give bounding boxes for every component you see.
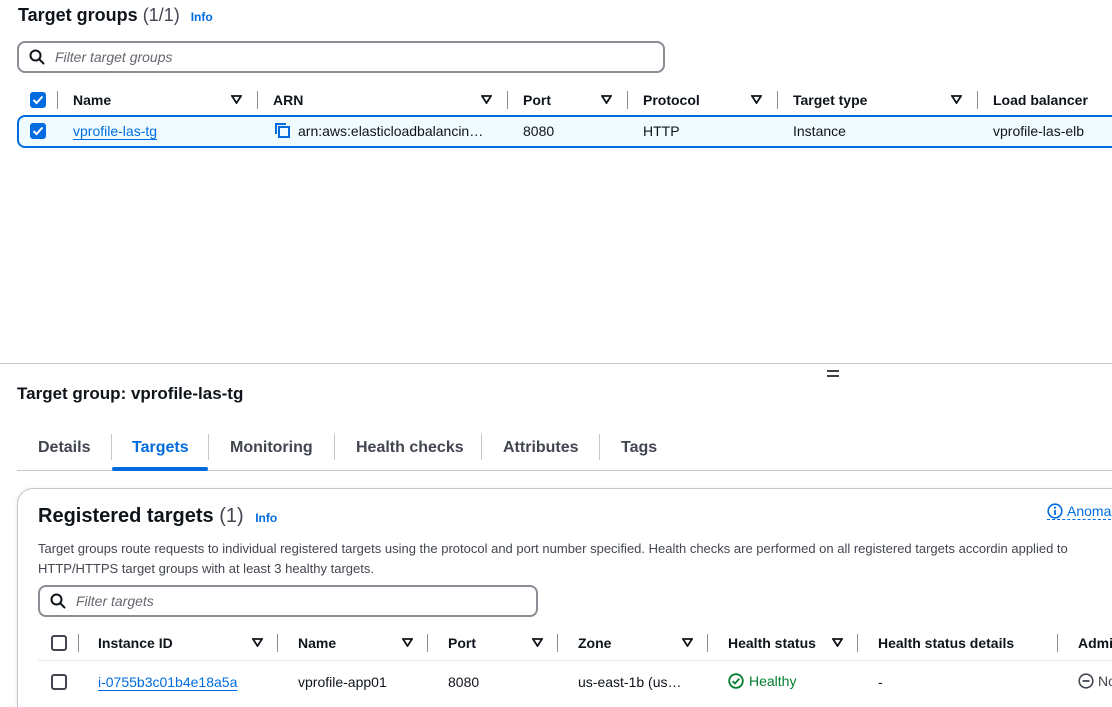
filter-target-groups-placeholder: Filter target groups	[55, 49, 173, 65]
tab-divider	[481, 434, 482, 460]
column-header-load-balancer[interactable]: Load balancer	[993, 92, 1088, 108]
target-groups-count: (1/1)	[142, 5, 180, 25]
column-divider[interactable]	[777, 91, 778, 109]
sort-down-icon[interactable]	[682, 638, 693, 647]
column-divider	[78, 634, 79, 652]
sort-down-icon[interactable]	[951, 95, 962, 104]
tab-divider	[111, 434, 112, 460]
copy-icon[interactable]	[274, 122, 291, 139]
split-panel-divider	[0, 363, 1112, 364]
tab-attributes[interactable]: Attributes	[503, 439, 579, 457]
column-divider[interactable]	[277, 634, 278, 652]
tab-health-checks[interactable]: Health checks	[356, 439, 464, 457]
column-header-target-name[interactable]: Name	[298, 635, 336, 651]
target-groups-info-link[interactable]: Info	[191, 10, 213, 24]
target-group-arn: arn:aws:elasticloadbalancin…	[298, 123, 484, 139]
health-status-text: Healthy	[749, 673, 797, 689]
health-status-details: -	[878, 674, 883, 690]
column-header-target-port[interactable]: Port	[448, 635, 476, 651]
target-groups-title-text: Target groups	[18, 5, 138, 25]
column-header-health-status[interactable]: Health status	[728, 635, 816, 651]
table-row-selected[interactable]	[17, 115, 1112, 148]
check-circle-icon	[728, 673, 744, 689]
column-header-zone[interactable]: Zone	[578, 635, 611, 651]
sort-down-icon[interactable]	[832, 638, 843, 647]
sort-down-icon[interactable]	[252, 638, 263, 647]
sort-down-icon[interactable]	[532, 638, 543, 647]
search-icon	[50, 593, 66, 609]
tab-divider	[208, 434, 209, 460]
minus-circle-icon	[1078, 673, 1094, 689]
anomaly-link[interactable]: Anoma	[1047, 503, 1112, 520]
sort-down-icon[interactable]	[601, 95, 612, 104]
checkmark-icon	[32, 126, 44, 136]
row-checkbox[interactable]	[30, 123, 46, 139]
column-header-arn[interactable]: ARN	[273, 92, 303, 108]
select-all-targets-checkbox[interactable]	[51, 635, 67, 651]
column-divider[interactable]	[857, 634, 858, 652]
filter-targets-input[interactable]: Filter targets	[38, 585, 538, 617]
detail-title: Target group: vprofile-las-tg	[17, 384, 244, 403]
target-zone: us-east-1b (us…	[578, 674, 682, 690]
info-circle-icon	[1047, 503, 1063, 519]
registered-targets-info-link[interactable]: Info	[255, 511, 277, 525]
target-groups-title: Target groups (1/1) Info	[18, 5, 213, 26]
column-divider	[57, 91, 58, 109]
tab-monitoring[interactable]: Monitoring	[230, 439, 313, 457]
admin-status: No	[1078, 673, 1112, 689]
registered-targets-count: (1)	[219, 505, 244, 527]
registered-targets-title: Registered targets (1) Info	[38, 505, 277, 528]
target-group-load-balancer: vprofile-las-elb	[993, 123, 1085, 139]
target-row-checkbox[interactable]	[51, 674, 67, 690]
active-tab-indicator	[112, 467, 208, 471]
column-header-name[interactable]: Name	[73, 92, 111, 108]
select-all-checkbox[interactable]	[30, 92, 46, 108]
filter-targets-placeholder: Filter targets	[76, 593, 154, 609]
column-divider[interactable]	[627, 91, 628, 109]
target-port: 8080	[448, 674, 480, 690]
health-status-badge: Healthy	[728, 673, 796, 689]
registered-targets-description: Target groups route requests to individu…	[38, 541, 1068, 576]
admin-status-text: No	[1098, 673, 1112, 689]
search-icon	[29, 49, 45, 65]
tab-tags[interactable]: Tags	[621, 439, 657, 457]
checkmark-icon	[32, 95, 44, 105]
target-instance-name: vprofile-app01	[298, 674, 387, 690]
sort-down-icon[interactable]	[402, 638, 413, 647]
column-divider[interactable]	[427, 634, 428, 652]
drag-handle-icon[interactable]	[826, 369, 840, 378]
target-group-port: 8080	[523, 123, 555, 139]
target-group-protocol: HTTP	[643, 123, 680, 139]
tab-details[interactable]: Details	[38, 439, 90, 457]
column-divider[interactable]	[557, 634, 558, 652]
registered-targets-title-text: Registered targets	[38, 505, 214, 527]
tab-divider	[334, 434, 335, 460]
sort-down-icon[interactable]	[481, 95, 492, 104]
column-header-admin[interactable]: Admi	[1078, 635, 1112, 651]
column-header-instance-id[interactable]: Instance ID	[98, 635, 173, 651]
column-divider[interactable]	[977, 91, 978, 109]
table-header-divider	[38, 660, 1112, 661]
target-group-target-type: Instance	[793, 123, 846, 139]
target-group-name-link[interactable]: vprofile-las-tg	[73, 123, 157, 139]
column-header-protocol[interactable]: Protocol	[643, 92, 700, 108]
filter-target-groups-input[interactable]: Filter target groups	[17, 41, 665, 73]
tab-divider	[599, 434, 600, 460]
column-divider[interactable]	[507, 91, 508, 109]
column-header-target-type[interactable]: Target type	[793, 92, 867, 108]
anomaly-link-text: Anoma	[1067, 503, 1112, 519]
column-divider[interactable]	[1057, 634, 1058, 652]
column-divider[interactable]	[707, 634, 708, 652]
instance-id-link[interactable]: i-0755b3c01b4e18a5a	[98, 674, 237, 690]
sort-down-icon[interactable]	[231, 95, 242, 104]
tab-targets[interactable]: Targets	[132, 439, 189, 457]
sort-down-icon[interactable]	[751, 95, 762, 104]
column-divider[interactable]	[257, 91, 258, 109]
column-header-port[interactable]: Port	[523, 92, 551, 108]
column-header-health-status-details[interactable]: Health status details	[878, 635, 1014, 651]
